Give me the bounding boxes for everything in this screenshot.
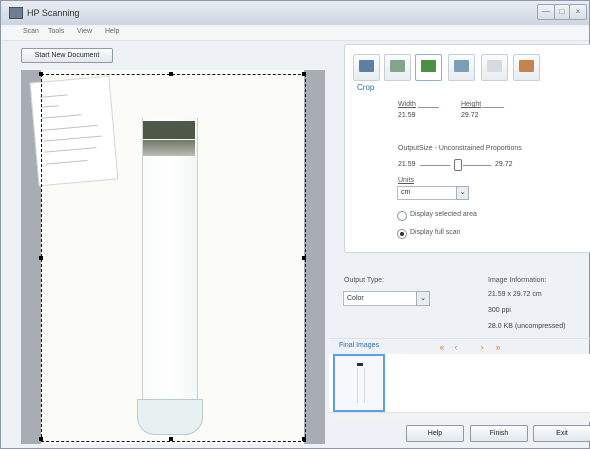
thumbnail-cylinder [357,368,365,403]
width-slider[interactable] [418,107,439,108]
menu-view[interactable]: View [77,28,92,35]
maximize-button[interactable]: □ [554,4,570,20]
crop-handle-top-left[interactable] [39,72,43,76]
output-type-chevron-down-icon[interactable]: ⌄ [416,291,430,306]
title-bar: HP Scanning — □ × [1,1,589,25]
thumbnail-cap [357,363,363,366]
final-images-strip [329,354,590,414]
final-images-label: Final Images [339,342,380,349]
tab-crop[interactable] [415,54,442,81]
separator [329,338,590,339]
menu-tools[interactable]: Tools [48,28,64,35]
hp-scanning-window: HP Scanning — □ × Scan Tools View Help S… [0,0,590,449]
crop-settings-panel: Crop Width 21.59 Height 29.72 OutputSize… [344,44,590,253]
display-full-scan-label: Display full scan [410,229,461,236]
window-title: HP Scanning [27,8,80,18]
first-image-button[interactable]: « [437,342,447,352]
height-label: Height [461,101,482,108]
chevron-down-icon[interactable]: ⌄ [456,186,469,200]
display-full-scan-radio[interactable] [397,229,407,239]
crop-handle-bottom[interactable] [169,437,173,441]
crop-handle-top[interactable] [169,72,173,76]
help-button[interactable]: Help [406,425,464,442]
units-label: Units [398,177,414,184]
minimize-button[interactable]: — [537,4,555,20]
image-resolution-value: 300 ppi [488,307,511,314]
output-type-select[interactable]: Color [343,291,419,306]
output-height-value: 29.72 [495,161,513,168]
thumbnail-scrollbar[interactable] [329,412,590,422]
width-label: Width [398,101,416,108]
proportion-lock-icon[interactable] [454,159,462,171]
crop-handle-bottom-right[interactable] [302,437,306,441]
display-selected-area-label: Display selected area [410,211,477,218]
finish-button[interactable]: Finish [470,425,528,442]
last-image-button[interactable]: » [493,342,503,352]
hp-scanner-icon [9,7,23,19]
units-select[interactable]: cm [397,186,461,200]
start-new-document-button[interactable]: Start New Document [21,48,113,63]
tab-scan[interactable] [353,54,380,81]
output-width-slider[interactable] [420,165,450,166]
menu-help[interactable]: Help [105,28,119,35]
exit-button[interactable]: Exit [533,425,590,442]
sharpen-icon [487,60,502,72]
scanner-icon [359,60,374,72]
next-image-button[interactable]: › [477,342,487,352]
image-information-label: Image Information: [488,277,547,284]
image-size-value: 21.59 x 29.72 cm [488,291,542,298]
height-slider[interactable] [482,107,504,108]
tab-settings[interactable] [513,54,540,81]
crop-icon [421,60,436,72]
close-button[interactable]: × [569,4,587,20]
resize-icon [454,60,469,72]
crop-frame[interactable] [41,74,306,442]
width-value: 21.59 [398,112,416,119]
settings-icon [519,60,534,72]
crop-handle-top-right[interactable] [302,72,306,76]
output-size-label: OutputSize - Unconstrained Proportions [398,145,522,152]
tab-resize[interactable] [448,54,475,81]
height-value: 29.72 [461,112,479,119]
tab-adjust[interactable] [384,54,411,81]
menu-bar: Scan Tools View Help [1,26,589,41]
output-height-slider[interactable] [463,165,491,166]
image-file-size-value: 28.0 KB (uncompressed) [488,323,566,330]
crop-handle-left[interactable] [39,256,43,260]
image-adjust-icon [390,60,405,72]
output-type-label: Output Type: [344,277,384,284]
output-width-value: 21.59 [398,161,416,168]
previous-image-button[interactable]: ‹ [451,342,461,352]
final-image-thumbnail[interactable] [333,354,385,412]
crop-handle-right[interactable] [302,256,306,260]
menu-scan[interactable]: Scan [23,28,39,35]
tab-sharpen[interactable] [481,54,508,81]
crop-handle-bottom-left[interactable] [39,437,43,441]
display-selected-area-radio[interactable] [397,211,407,221]
crop-section-title: Crop [357,83,375,92]
